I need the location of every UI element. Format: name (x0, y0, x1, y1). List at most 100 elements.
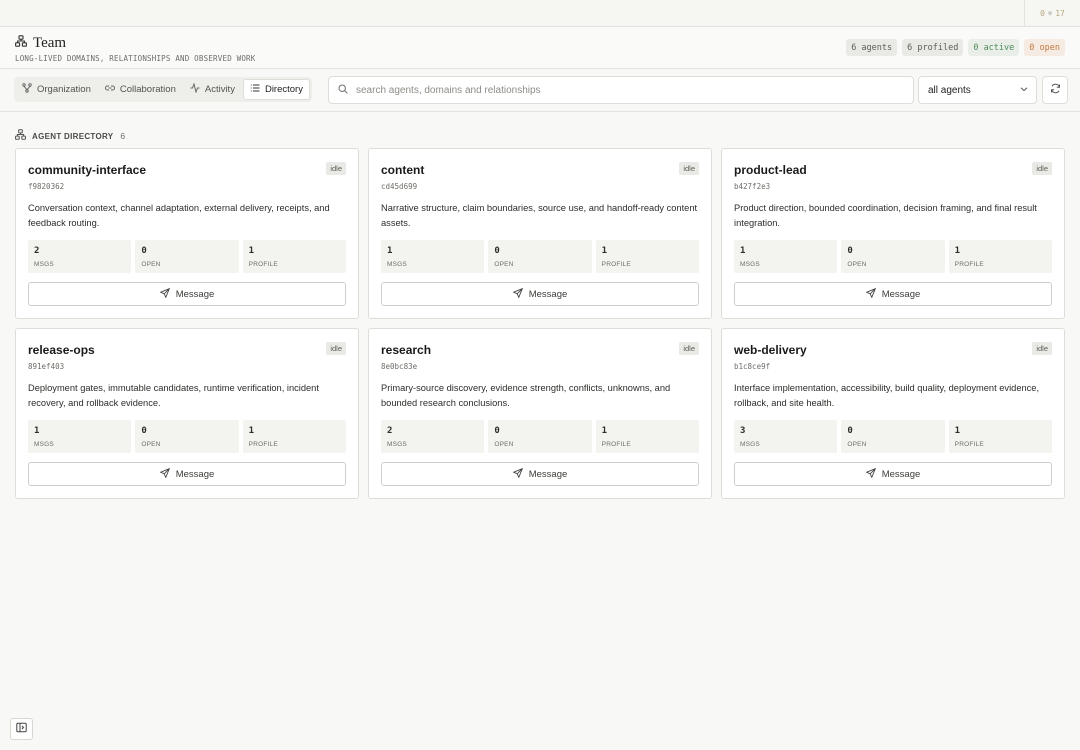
section-title: AGENT DIRECTORY (32, 131, 114, 141)
agent-description: Interface implementation, accessibility,… (734, 383, 1040, 408)
agent-name[interactable]: research (381, 343, 431, 357)
open-value: 0 (847, 246, 853, 256)
tab-directory[interactable]: Directory (242, 79, 310, 100)
msgs-label: MSGS (34, 441, 54, 448)
open-stat: 0 OPEN (841, 420, 945, 453)
profile-label: PROFILE (601, 261, 631, 268)
status-badge: idle (679, 162, 699, 175)
open-value: 0 (494, 426, 500, 436)
send-icon (512, 467, 523, 481)
agent-id: b1c8ce9f (734, 362, 771, 371)
msgs-value: 1 (34, 426, 40, 436)
activity-icon (190, 82, 200, 96)
msgs-stat: 3 MSGS (734, 420, 838, 453)
message-button[interactable]: Message (28, 462, 346, 486)
message-button-label: Message (881, 468, 921, 480)
msgs-label: MSGS (387, 441, 407, 448)
search-icon (338, 81, 348, 99)
open-label: OPEN (141, 441, 161, 448)
agent-name[interactable]: web-delivery (734, 343, 807, 357)
message-button[interactable]: Message (381, 282, 699, 306)
open-count-badge: 0 open (1024, 39, 1065, 56)
toolbar: Organization Collaboration Activity Dire… (0, 69, 1080, 112)
msgs-value: 1 (387, 246, 393, 256)
agent-filter-select[interactable]: all agents (918, 76, 1037, 104)
message-button[interactable]: Message (28, 282, 346, 306)
agent-card: content idle cd45d699 Narrative structur… (368, 148, 712, 319)
profile-stat: 1 PROFILE (595, 240, 699, 273)
agent-id: cd45d699 (381, 182, 418, 191)
profile-value: 1 (248, 246, 255, 256)
chevron-down-icon (1020, 85, 1028, 96)
directory-icon (15, 127, 26, 145)
status-badge: idle (326, 342, 346, 355)
profile-value: 1 (954, 246, 961, 256)
agent-card: community-interface idle f9820362 Conver… (15, 148, 359, 319)
open-label: OPEN (141, 261, 161, 268)
send-icon (512, 287, 523, 301)
profile-stat: 1 PROFILE (948, 420, 1052, 453)
open-label: OPEN (847, 441, 867, 448)
message-button-label: Message (528, 288, 568, 300)
view-tabs: Organization Collaboration Activity Dire… (14, 77, 312, 102)
agent-stats: 1 MSGS 0 OPEN 1 PROFILE (28, 420, 346, 453)
search-input[interactable] (356, 84, 896, 96)
profile-label: PROFILE (954, 261, 984, 268)
message-button[interactable]: Message (381, 462, 699, 486)
profile-label: PROFILE (248, 441, 278, 448)
agent-card: web-delivery idle b1c8ce9f Interface imp… (721, 328, 1065, 499)
profile-label: PROFILE (248, 261, 278, 268)
tab-organization-label: Organization (37, 84, 91, 95)
tab-organization[interactable]: Organization (16, 79, 97, 100)
agent-grid: community-interface idle f9820362 Conver… (15, 148, 1065, 499)
agent-description: Deployment gates, immutable candidates, … (28, 383, 319, 408)
open-stat: 0 OPEN (135, 240, 239, 273)
tab-collaboration-label: Collaboration (119, 84, 176, 95)
open-stat: 0 OPEN (135, 420, 239, 453)
profile-value: 1 (248, 426, 255, 436)
counter-left: 0 (1040, 8, 1045, 18)
page-subtitle: LONG-LIVED DOMAINS, RELATIONSHIPS AND OB… (15, 54, 256, 63)
msgs-stat: 2 MSGS (381, 420, 485, 453)
agent-stats: 2 MSGS 0 OPEN 1 PROFILE (28, 240, 346, 273)
agent-name[interactable]: release-ops (28, 343, 95, 357)
agent-stats: 3 MSGS 0 OPEN 1 PROFILE (734, 420, 1052, 453)
agent-id: b427f2e3 (734, 182, 771, 191)
open-stat: 0 OPEN (488, 420, 592, 453)
tab-activity[interactable]: Activity (184, 79, 241, 100)
send-icon (865, 287, 876, 301)
msgs-stat: 1 MSGS (381, 240, 485, 273)
msgs-stat: 1 MSGS (28, 420, 132, 453)
profile-stat: 1 PROFILE (242, 240, 346, 273)
sidebar-toggle-button[interactable] (10, 718, 33, 740)
message-button[interactable]: Message (734, 462, 1052, 486)
tab-collaboration[interactable]: Collaboration (99, 79, 182, 100)
agent-description: Product direction, bounded coordination,… (734, 203, 1037, 228)
open-stat: 0 OPEN (841, 240, 945, 273)
agent-name[interactable]: product-lead (734, 163, 807, 177)
message-button[interactable]: Message (734, 282, 1052, 306)
page-title: Team (33, 34, 67, 51)
top-strip: 0 ● 17 (0, 0, 1080, 27)
send-icon (865, 467, 876, 481)
send-icon (159, 467, 170, 481)
status-badge: idle (1032, 162, 1052, 175)
message-button-label: Message (881, 288, 921, 300)
status-badge: idle (679, 342, 699, 355)
agent-id: f9820362 (28, 182, 65, 191)
profile-stat: 1 PROFILE (948, 240, 1052, 273)
tab-activity-label: Activity (204, 84, 235, 95)
org-icon (22, 83, 32, 96)
open-stat: 0 OPEN (488, 240, 592, 273)
agent-id: 8e0bc83e (381, 362, 418, 371)
section-count: 6 (120, 131, 126, 141)
refresh-button[interactable] (1042, 76, 1068, 104)
profile-label: PROFILE (954, 441, 984, 448)
open-label: OPEN (494, 441, 514, 448)
list-icon (250, 83, 260, 96)
agent-name[interactable]: content (381, 163, 424, 177)
agent-id: 891ef403 (28, 362, 65, 371)
agent-name[interactable]: community-interface (28, 163, 146, 177)
profile-value: 1 (954, 426, 961, 436)
msgs-stat: 1 MSGS (734, 240, 838, 273)
